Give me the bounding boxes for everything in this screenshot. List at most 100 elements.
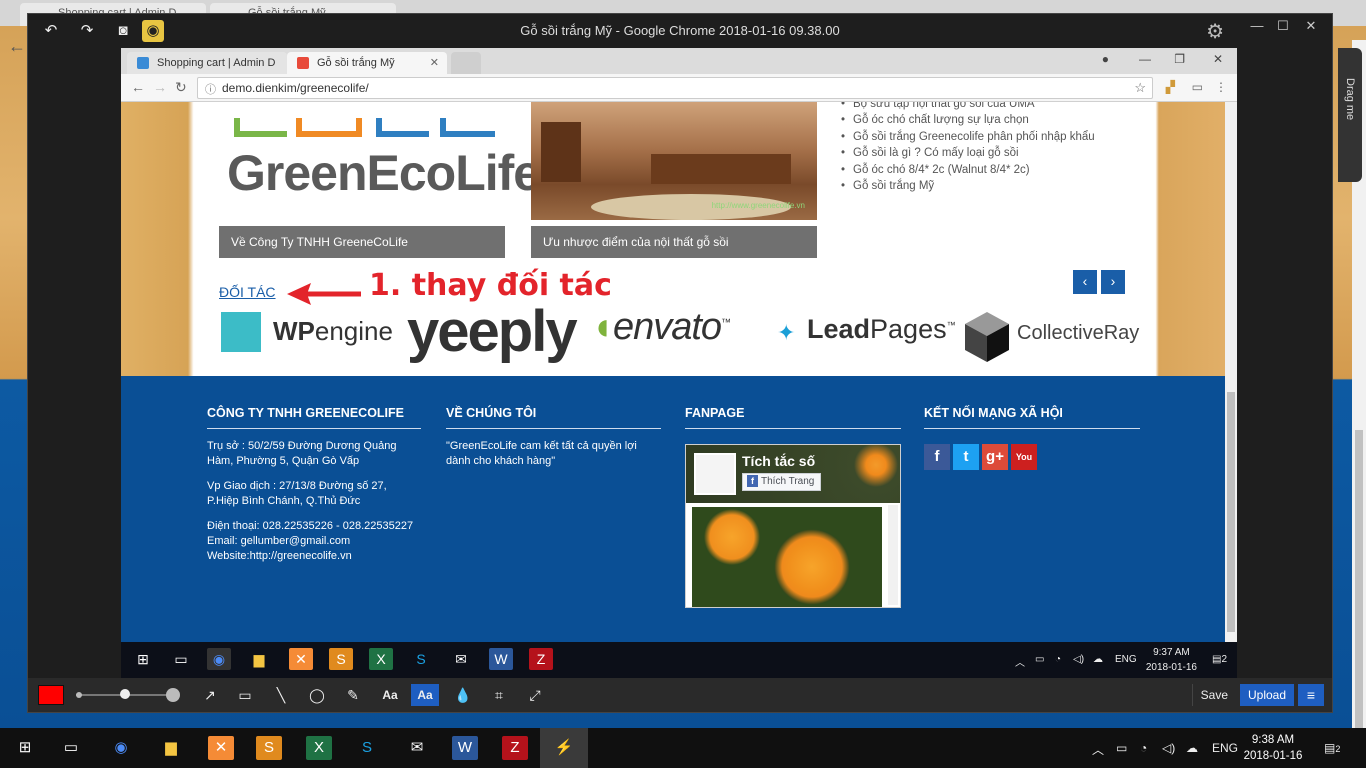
yeeply-logo[interactable]: yeeply: [407, 298, 578, 365]
collectiveray-logo[interactable]: CollectiveRay: [1017, 322, 1139, 345]
carousel-next-button[interactable]: ›: [1101, 270, 1125, 294]
captured-clock[interactable]: 9:37 AM 2018-01-16: [1146, 645, 1197, 675]
news-item[interactable]: Gỗ sồi trắng Mỹ: [839, 180, 1139, 196]
color-picker[interactable]: [38, 685, 64, 705]
google-plus-icon[interactable]: g+: [982, 444, 1008, 470]
filezilla-icon[interactable]: Z: [529, 648, 553, 670]
volume-icon[interactable]: ◁): [1073, 654, 1084, 665]
excel-icon[interactable]: X: [369, 648, 393, 670]
crop-tool-icon[interactable]: ⌗: [485, 684, 513, 706]
word-icon[interactable]: W: [489, 648, 513, 670]
pen-tool-icon[interactable]: ✎: [339, 684, 367, 706]
card-caption-oak[interactable]: Ưu nhược điểm của nội thất gỗ sồi: [531, 226, 817, 258]
envato-logo[interactable]: ◖envato™: [591, 306, 731, 349]
xampp-icon[interactable]: ✕: [289, 648, 313, 670]
onedrive-tray-icon[interactable]: ☁: [1186, 741, 1198, 755]
filezilla-taskbar-icon[interactable]: Z: [502, 736, 528, 760]
task-view-icon[interactable]: ▭: [169, 648, 193, 670]
fb-page-name[interactable]: Tích tắc số: [742, 453, 815, 469]
facebook-widget[interactable]: Tích tắc số Thích Trang: [685, 444, 901, 608]
info-icon[interactable]: ⓘ: [205, 81, 216, 97]
skype-taskbar-icon[interactable]: S: [354, 736, 380, 760]
start-button-icon[interactable]: ⊞: [12, 736, 38, 760]
settings-gear-icon[interactable]: ⚙: [1206, 19, 1224, 44]
blur-tool-icon[interactable]: 💧: [449, 684, 477, 706]
tab-close-icon[interactable]: ✕: [430, 56, 439, 69]
news-item[interactable]: Gỗ sồi trắng Greenecolife phân phối nhập…: [839, 131, 1139, 147]
new-tab-button[interactable]: [451, 52, 481, 74]
wpengine-logo[interactable]: WPengine: [273, 316, 393, 347]
youtube-icon[interactable]: You: [1011, 444, 1037, 470]
upload-button[interactable]: Upload: [1240, 684, 1294, 706]
footer-website[interactable]: Website:http://greenecolife.vn: [207, 549, 421, 564]
wifi-icon[interactable]: ◔: [1055, 654, 1061, 665]
cast-icon[interactable]: ▭: [1192, 80, 1203, 94]
text-highlight-tool-icon[interactable]: Aa: [411, 684, 439, 706]
partners-heading[interactable]: ĐỐI TÁC: [219, 284, 276, 300]
input-language[interactable]: ENG: [1115, 654, 1137, 665]
fb-like-button[interactable]: Thích Trang: [742, 473, 822, 491]
reload-icon[interactable]: ↻: [175, 79, 187, 96]
fb-scrollbar[interactable]: [888, 505, 898, 605]
wifi-tray-icon[interactable]: ◔: [1140, 741, 1147, 755]
tray-expand-icon[interactable]: ︿: [1092, 741, 1104, 758]
sublime-icon[interactable]: S: [329, 648, 353, 670]
chrome-tab-shopping-cart[interactable]: Shopping cart | Admin D: [127, 52, 287, 74]
close-icon[interactable]: ✕: [1296, 18, 1326, 38]
mail-icon[interactable]: ✉: [449, 648, 473, 670]
wpengine-logo-icon[interactable]: [221, 312, 261, 352]
logo-card[interactable]: GreenEcoLife: [219, 102, 541, 220]
extension-icon[interactable]: ▞: [1166, 80, 1175, 94]
line-tool-icon[interactable]: ╲: [267, 684, 295, 706]
battery-tray-icon[interactable]: ▭: [1116, 741, 1127, 755]
chrome-icon[interactable]: ◉: [207, 648, 231, 670]
word-taskbar-icon[interactable]: W: [452, 736, 478, 760]
address-bar[interactable]: ⓘ demo.dienkim/greenecolife/ ☆: [197, 77, 1153, 99]
news-item[interactable]: Gỗ óc chó chất lượng sự lựa chọn: [839, 114, 1139, 130]
chrome-minimize-icon[interactable]: —: [1139, 52, 1151, 66]
tray-chevron-icon[interactable]: ︿: [1015, 654, 1025, 669]
sublime-taskbar-icon[interactable]: S: [256, 736, 282, 760]
action-center-icon[interactable]: ▤2: [1324, 741, 1340, 755]
onedrive-icon[interactable]: ☁: [1093, 654, 1103, 665]
skype-icon[interactable]: S: [409, 648, 433, 670]
profile-icon[interactable]: ●: [1102, 52, 1109, 66]
stroke-size-slider[interactable]: [76, 688, 180, 702]
chrome-menu-icon[interactable]: ⋮: [1215, 80, 1227, 94]
forward-icon[interactable]: →: [153, 79, 167, 95]
task-view-icon[interactable]: ▭: [58, 736, 84, 760]
explorer-taskbar-icon[interactable]: ▆: [158, 736, 184, 760]
outer-back-icon[interactable]: ←: [8, 36, 26, 57]
furniture-photo[interactable]: http://www.greenecolife.vn: [531, 102, 817, 220]
rectangle-tool-icon[interactable]: ▭: [231, 684, 259, 706]
chrome-taskbar-icon[interactable]: ◉: [108, 736, 134, 760]
file-explorer-icon[interactable]: ▆: [247, 648, 271, 670]
card-caption-company[interactable]: Về Công Ty TNHH GreeneCoLife: [219, 226, 505, 258]
start-icon[interactable]: ⊞: [131, 648, 155, 670]
xampp-taskbar-icon[interactable]: ✕: [208, 736, 234, 760]
tool-menu-icon[interactable]: ≡: [1298, 684, 1324, 706]
ellipse-tool-icon[interactable]: ◯: [303, 684, 331, 706]
arrow-tool-icon[interactable]: ↗: [196, 684, 224, 706]
text-tool-icon[interactable]: Aa: [376, 684, 404, 706]
news-item[interactable]: Bộ sưu tập nội thất gỗ sồi của UMA: [839, 102, 1139, 114]
lightshot-taskbar-icon[interactable]: ⚡: [551, 736, 577, 760]
chrome-restore-icon[interactable]: ❐: [1174, 52, 1185, 66]
notifications-icon[interactable]: ▤2: [1212, 654, 1227, 665]
facebook-icon[interactable]: f: [924, 444, 950, 470]
resize-tool-icon[interactable]: ⤢: [521, 684, 549, 706]
mail-taskbar-icon[interactable]: ✉: [404, 736, 430, 760]
volume-tray-icon[interactable]: ◁): [1162, 741, 1175, 755]
chrome-tab-go-soi[interactable]: Gỗ sồi trắng Mỹ ✕: [287, 52, 447, 74]
news-item[interactable]: Gỗ sồi là gì ? Có mấy loại gỗ sồi: [839, 147, 1139, 163]
language-indicator[interactable]: ENG: [1212, 741, 1238, 755]
save-button[interactable]: Save: [1191, 684, 1236, 706]
leadpages-logo[interactable]: LeadPages™: [807, 314, 956, 345]
carousel-prev-button[interactable]: ‹: [1073, 270, 1097, 294]
news-item[interactable]: Gỗ óc chó 8/4* 2c (Walnut 8/4* 2c): [839, 164, 1139, 180]
twitter-icon[interactable]: t: [953, 444, 979, 470]
back-icon[interactable]: ←: [131, 79, 145, 95]
maximize-icon[interactable]: ☐: [1268, 18, 1298, 38]
system-clock[interactable]: 9:38 AM 2018-01-16: [1242, 732, 1304, 764]
chrome-close-icon[interactable]: ✕: [1213, 52, 1223, 66]
